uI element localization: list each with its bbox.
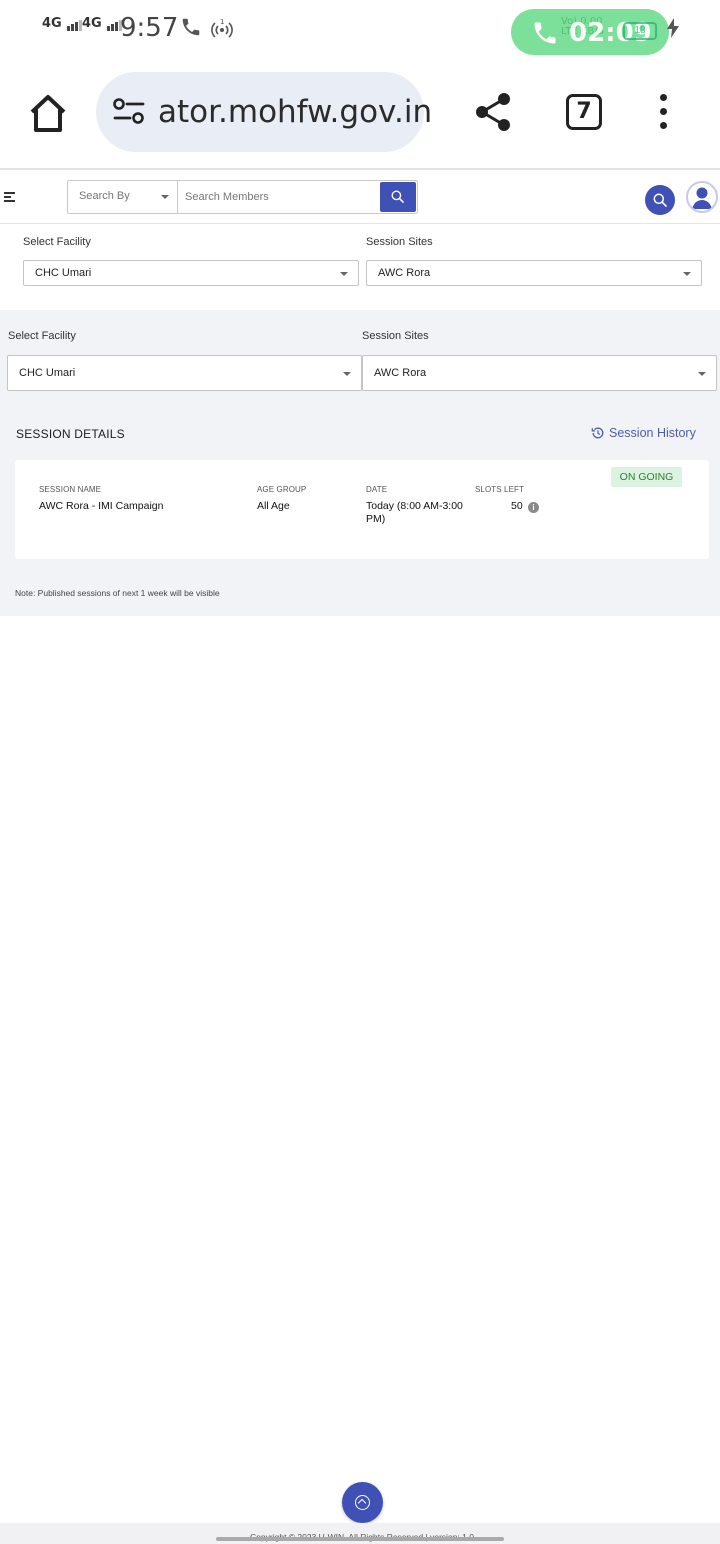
- tabs-icon[interactable]: 7: [566, 94, 602, 130]
- header-search-button[interactable]: [645, 185, 675, 215]
- svg-text:1: 1: [220, 18, 224, 26]
- share-icon[interactable]: [474, 92, 512, 137]
- network-type-2: 4G: [82, 16, 102, 31]
- search-icon: [653, 193, 667, 207]
- more-vert-icon[interactable]: [654, 94, 674, 130]
- scroll-to-top-button[interactable]: [342, 1482, 383, 1523]
- status-bar: 4G 4G 9:57 1 Vo) 0.00 LTE KB/S 02:09 18: [0, 0, 720, 56]
- session-sites-select[interactable]: AWC Rora: [362, 355, 717, 391]
- session-card[interactable]: SESSION NAME AGE GROUP DATE SLOTS LEFT A…: [15, 460, 709, 559]
- clock: 9:57: [120, 13, 179, 43]
- facility-value: CHC Umari: [19, 367, 76, 379]
- call-icon: [180, 16, 202, 43]
- session-sites-select[interactable]: AWC Rora: [366, 260, 702, 286]
- chevron-down-icon: [343, 372, 351, 376]
- member-search-group: Search By: [67, 180, 418, 214]
- user-avatar-icon[interactable]: [686, 181, 718, 213]
- session-date: Today (8:00 AM-3:00 PM): [366, 500, 463, 525]
- session-sites-label: Session Sites: [362, 330, 429, 342]
- col-slots-left: SLOTS LEFT: [475, 485, 525, 494]
- facility-filters-top: Select Facility CHC Umari Session Sites …: [0, 224, 720, 310]
- session-history-link[interactable]: Session History: [591, 426, 696, 440]
- network-signal-1: 4G: [42, 16, 83, 31]
- history-icon: [591, 427, 604, 439]
- slots-left-value: 50: [511, 500, 523, 512]
- gesture-home-indicator[interactable]: [216, 1537, 504, 1541]
- network-type-1: 4G: [42, 16, 62, 31]
- app-header: Search By: [0, 170, 720, 224]
- session-content: Select Facility CHC Umari Session Sites …: [0, 310, 720, 616]
- url-text: ator.mohfw.gov.in: [158, 94, 433, 130]
- home-icon[interactable]: [24, 90, 72, 138]
- battery-icon: 18: [623, 22, 657, 40]
- age-group-value: All Age: [257, 500, 290, 512]
- facility-value: CHC Umari: [35, 267, 92, 279]
- session-sites-value: AWC Rora: [378, 267, 431, 279]
- session-sites-value: AWC Rora: [374, 367, 427, 379]
- hotspot-icon: 1: [210, 18, 234, 45]
- col-session-name: SESSION NAME: [39, 485, 102, 494]
- sessions-note: Note: Published sessions of next 1 week …: [15, 588, 220, 598]
- chevron-down-icon: [161, 195, 169, 199]
- network-signal-2: 4G: [82, 16, 123, 31]
- browser-toolbar: ator.mohfw.gov.in 7: [0, 56, 720, 168]
- facility-label: Select Facility: [23, 236, 91, 248]
- chevron-down-icon: [698, 372, 706, 376]
- address-bar[interactable]: ator.mohfw.gov.in: [96, 72, 432, 152]
- search-members-input[interactable]: [179, 181, 379, 213]
- col-date: DATE: [366, 485, 388, 494]
- search-by-select[interactable]: Search By: [68, 181, 178, 213]
- site-settings-icon[interactable]: [112, 98, 146, 131]
- search-icon: [391, 190, 404, 203]
- session-history-label: Session History: [609, 426, 696, 440]
- phone-icon: [531, 19, 559, 52]
- facility-select[interactable]: CHC Umari: [23, 260, 359, 286]
- chevron-down-icon: [683, 272, 691, 276]
- session-details-title: SESSION DETAILS: [16, 427, 125, 441]
- search-button[interactable]: [380, 182, 416, 212]
- facility-select[interactable]: CHC Umari: [7, 355, 362, 391]
- session-sites-label: Session Sites: [366, 236, 433, 248]
- session-name: AWC Rora - IMI Campaign: [39, 500, 164, 512]
- status-badge: ON GOING: [611, 467, 682, 487]
- facility-label: Select Facility: [8, 330, 76, 342]
- col-age-group: AGE GROUP: [257, 485, 307, 494]
- search-by-label: Search By: [79, 190, 130, 202]
- chevron-down-icon: [340, 272, 348, 276]
- ongoing-call-pill[interactable]: Vo) 0.00 LTE KB/S 02:09 18: [511, 9, 669, 55]
- charging-icon: [667, 18, 679, 43]
- info-icon[interactable]: i: [528, 502, 539, 513]
- menu-toggle-icon[interactable]: [4, 192, 16, 202]
